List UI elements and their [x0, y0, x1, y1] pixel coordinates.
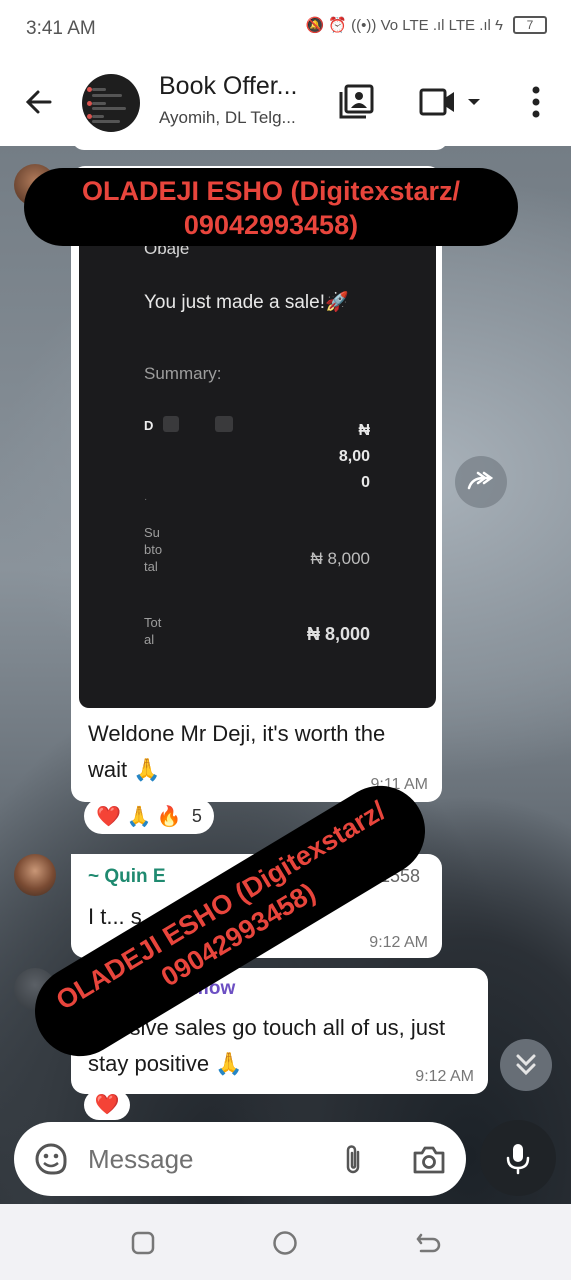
message-time: 9:12 AM	[415, 1068, 474, 1085]
message-reactions[interactable]: ❤️	[84, 1090, 130, 1120]
system-navigation-bar	[0, 1204, 571, 1280]
camera-icon[interactable]	[412, 1144, 446, 1176]
message-input[interactable]	[88, 1140, 308, 1178]
receipt-total-label: Total	[144, 615, 162, 647]
recent-apps-icon[interactable]	[130, 1230, 156, 1256]
forward-button[interactable]	[455, 456, 507, 508]
paperclip-icon[interactable]	[340, 1142, 366, 1178]
receipt-item-name: D	[144, 418, 154, 433]
receipt-total-value: ₦ 8,000	[306, 624, 370, 644]
voice-record-button[interactable]	[480, 1120, 556, 1196]
status-indicators: 🔕 ⏰ ((•)) Vo LTE .ıl LTE .ıl ϟ 7	[305, 16, 547, 34]
contact-card-icon[interactable]	[338, 84, 374, 120]
back-nav-icon[interactable]	[415, 1230, 441, 1256]
status-bar: 3:41 AM 🔕 ⏰ ((•)) Vo LTE .ıl LTE .ıl ϟ 7	[0, 0, 571, 58]
video-camera-icon[interactable]	[418, 84, 482, 120]
receipt-subtotal-label: Subtotal	[144, 525, 163, 574]
reaction-count: 5	[191, 805, 202, 826]
status-indicator-icons: 🔕 ⏰ ((•)) Vo LTE .ıl LTE .ıl ϟ	[305, 17, 503, 34]
back-arrow-icon	[25, 90, 52, 114]
group-avatar[interactable]	[82, 74, 140, 132]
message-bubble[interactable]: Obaje You just made a sale!🚀 Summary: D …	[71, 166, 442, 802]
group-title[interactable]: Book Offer...	[159, 72, 298, 101]
microphone-icon	[506, 1144, 530, 1175]
receipt-separator: ·	[144, 494, 148, 505]
double-chevron-down-icon	[516, 1054, 536, 1076]
receipt-item-amount: ₦ 8,00 0	[338, 422, 370, 491]
message-composer	[14, 1122, 466, 1196]
redacted-block	[215, 416, 233, 432]
sticker-icon[interactable]	[34, 1142, 68, 1176]
reaction-emojis: ❤️ 🙏 🔥	[96, 805, 182, 828]
forward-icon	[467, 471, 494, 490]
receipt-image[interactable]: Obaje You just made a sale!🚀 Summary: D …	[79, 174, 436, 708]
more-vertical-icon[interactable]	[530, 84, 542, 120]
receipt-subtotal-value: ₦ 8,000	[310, 549, 370, 568]
status-time: 3:41 AM	[26, 18, 96, 39]
message-text: Weldone Mr Deji, it's worth the wait 🙏	[88, 721, 386, 782]
redacted-block	[163, 416, 179, 432]
scroll-to-bottom-button[interactable]	[500, 1039, 552, 1091]
message-time: 9:12 AM	[369, 934, 428, 951]
receipt-summary-label: Summary:	[144, 364, 222, 383]
watermark-banner: OLADEJI ESHO (Digitexstarz/ 09042993458)	[24, 168, 518, 246]
group-members[interactable]: Ayomih, DL Telg...	[159, 108, 296, 128]
battery-icon: 7	[513, 16, 547, 34]
back-button[interactable]	[22, 82, 56, 122]
avatar[interactable]	[14, 854, 56, 896]
message-reactions[interactable]: ❤️ 🙏 🔥 5	[84, 798, 214, 834]
home-icon[interactable]	[272, 1230, 298, 1256]
chat-header: Book Offer... Ayomih, DL Telg...	[0, 58, 571, 146]
receipt-sale-text: You just made a sale!🚀	[144, 292, 349, 313]
chat-area[interactable]: Obaje You just made a sale!🚀 Summary: D …	[0, 146, 571, 1204]
message-sender[interactable]: ~ Quin E	[88, 866, 166, 888]
previous-message-edge	[72, 146, 448, 150]
